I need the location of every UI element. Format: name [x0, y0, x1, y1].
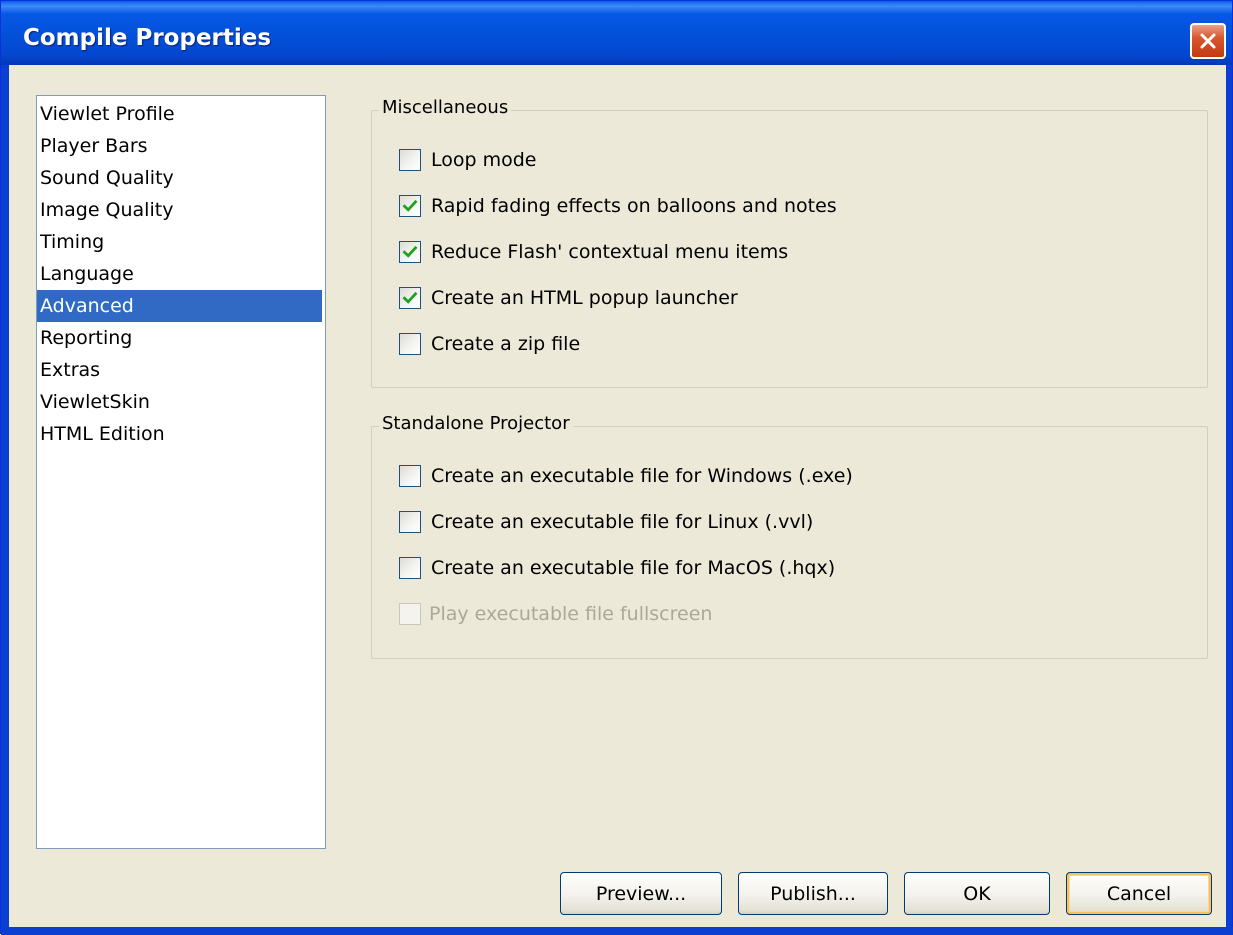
play-executable-file-fullscreen-option: Play executable file fullscreen: [399, 600, 712, 628]
create-an-executable-file-for-macos-hqx-checkbox[interactable]: [399, 557, 421, 579]
create-an-executable-file-for-windows-exe-label: Create an executable file for Windows (.…: [431, 465, 853, 487]
cancel-button[interactable]: Cancel: [1066, 872, 1212, 915]
preview-button[interactable]: Preview...: [560, 872, 722, 915]
play-executable-file-fullscreen-label: Play executable file fullscreen: [429, 603, 713, 625]
loop-mode-checkbox[interactable]: [399, 149, 421, 171]
rapid-fading-effects-on-balloons-and-notes-checkbox[interactable]: [399, 195, 421, 217]
checkmark-icon: [402, 291, 418, 304]
create-an-html-popup-launcher-option[interactable]: Create an HTML popup launcher: [399, 284, 738, 312]
miscellaneous-group-title: Miscellaneous: [379, 97, 512, 118]
category-item-language[interactable]: Language: [37, 258, 325, 290]
checkmark-icon: [402, 199, 418, 212]
category-item-image-quality[interactable]: Image Quality: [37, 194, 325, 226]
category-item-player-bars[interactable]: Player Bars: [37, 130, 325, 162]
category-item-timing[interactable]: Timing: [37, 226, 325, 258]
category-item-viewletskin[interactable]: ViewletSkin: [37, 386, 325, 418]
checkmark-icon: [402, 245, 418, 258]
create-an-executable-file-for-linux-vvl-checkbox[interactable]: [399, 511, 421, 533]
standalone-projector-group: Standalone Projector Create an executabl…: [371, 413, 1208, 659]
category-item-sound-quality[interactable]: Sound Quality: [37, 162, 325, 194]
close-icon: [1200, 33, 1216, 49]
create-an-executable-file-for-macos-hqx-label: Create an executable file for MacOS (.hq…: [431, 557, 836, 579]
window-title: Compile Properties: [23, 25, 272, 51]
category-item-viewlet-profile[interactable]: Viewlet Profile: [37, 98, 325, 130]
loop-mode-option[interactable]: Loop mode: [399, 146, 536, 174]
reduce-flash-contextual-menu-items-option[interactable]: Reduce Flash' contextual menu items: [399, 238, 788, 266]
create-an-executable-file-for-macos-hqx-option[interactable]: Create an executable file for MacOS (.hq…: [399, 554, 835, 582]
reduce-flash-contextual-menu-items-label: Reduce Flash' contextual menu items: [431, 241, 789, 263]
category-item-html-edition[interactable]: HTML Edition: [37, 418, 325, 450]
create-a-zip-file-label: Create a zip file: [431, 333, 581, 355]
create-an-html-popup-launcher-checkbox[interactable]: [399, 287, 421, 309]
close-button[interactable]: [1190, 23, 1226, 59]
play-executable-file-fullscreen-checkbox: [399, 603, 421, 625]
category-item-reporting[interactable]: Reporting: [37, 322, 325, 354]
miscellaneous-group: Miscellaneous Loop mode Rapid fading effe…: [371, 97, 1208, 388]
create-an-executable-file-for-linux-vvl-option[interactable]: Create an executable file for Linux (.vv…: [399, 508, 813, 536]
rapid-fading-effects-on-balloons-and-notes-option[interactable]: Rapid fading effects on balloons and not…: [399, 192, 837, 220]
create-an-executable-file-for-windows-exe-option[interactable]: Create an executable file for Windows (.…: [399, 462, 853, 490]
category-list[interactable]: Viewlet Profile Player Bars Sound Quality I…: [36, 95, 326, 849]
create-a-zip-file-option[interactable]: Create a zip file: [399, 330, 580, 358]
window-frame-left: [1, 65, 9, 935]
rapid-fading-effects-on-balloons-and-notes-label: Rapid fading effects on balloons and not…: [431, 195, 837, 217]
compile-properties-dialog: Compile Properties Viewlet Profile Player…: [0, 0, 1233, 935]
create-an-executable-file-for-linux-vvl-label: Create an executable file for Linux (.vv…: [431, 511, 814, 533]
ok-button[interactable]: OK: [904, 872, 1050, 915]
title-bar[interactable]: Compile Properties: [1, 1, 1232, 65]
create-an-html-popup-launcher-label: Create an HTML popup launcher: [431, 287, 738, 309]
standalone-projector-group-title: Standalone Projector: [379, 413, 573, 434]
reduce-flash-contextual-menu-items-checkbox[interactable]: [399, 241, 421, 263]
loop-mode-label: Loop mode: [431, 149, 537, 171]
category-item-extras[interactable]: Extras: [37, 354, 325, 386]
publish-button[interactable]: Publish...: [738, 872, 888, 915]
category-item-advanced[interactable]: Advanced: [37, 290, 322, 322]
create-a-zip-file-checkbox[interactable]: [399, 333, 421, 355]
create-an-executable-file-for-windows-exe-checkbox[interactable]: [399, 465, 421, 487]
